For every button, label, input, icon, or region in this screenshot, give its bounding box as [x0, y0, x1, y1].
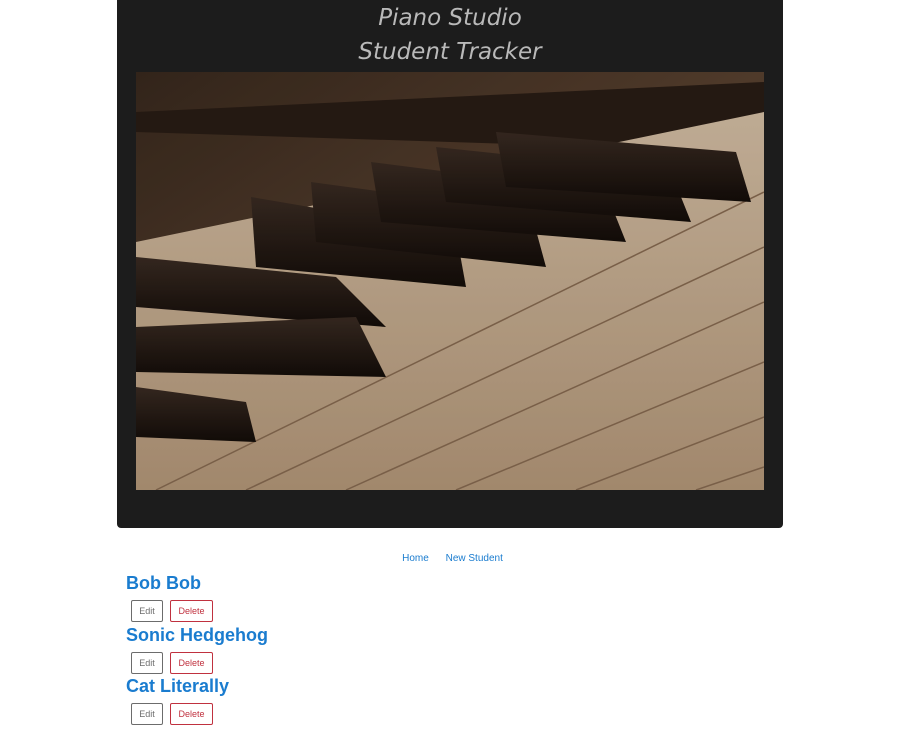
list-item: Cat Literally Edit Delete	[126, 675, 268, 727]
page-title-line2: Student Tracker	[358, 39, 542, 65]
header-banner: Piano Studio Student Tracker	[117, 0, 783, 528]
page-title-line1: Piano Studio	[378, 5, 522, 31]
edit-button[interactable]: Edit	[131, 703, 163, 725]
edit-button[interactable]: Edit	[131, 651, 163, 674]
student-actions: Edit Delete	[126, 600, 268, 622]
student-name-link[interactable]: Sonic Hedgehog	[126, 624, 268, 646]
list-item: Sonic Hedgehog Edit Delete	[126, 624, 268, 676]
student-name-link[interactable]: Bob Bob	[126, 572, 268, 594]
delete-button[interactable]: Delete	[170, 651, 213, 674]
nav-home-link[interactable]: Home	[402, 553, 429, 564]
student-name-link[interactable]: Cat Literally	[126, 675, 268, 697]
nav-new-student-link[interactable]: New Student	[446, 553, 503, 564]
student-actions: Edit Delete	[126, 703, 268, 725]
delete-button[interactable]: Delete	[170, 600, 213, 622]
student-list: Bob Bob Edit Delete Sonic Hedgehog Edit De…	[126, 572, 268, 727]
nav-bar: Home New Student	[0, 553, 905, 564]
list-item: Bob Bob Edit Delete	[126, 572, 268, 624]
edit-button[interactable]: Edit	[131, 600, 163, 622]
delete-button[interactable]: Delete	[170, 703, 213, 725]
piano-keys-image	[136, 72, 764, 490]
student-actions: Edit Delete	[126, 651, 268, 674]
